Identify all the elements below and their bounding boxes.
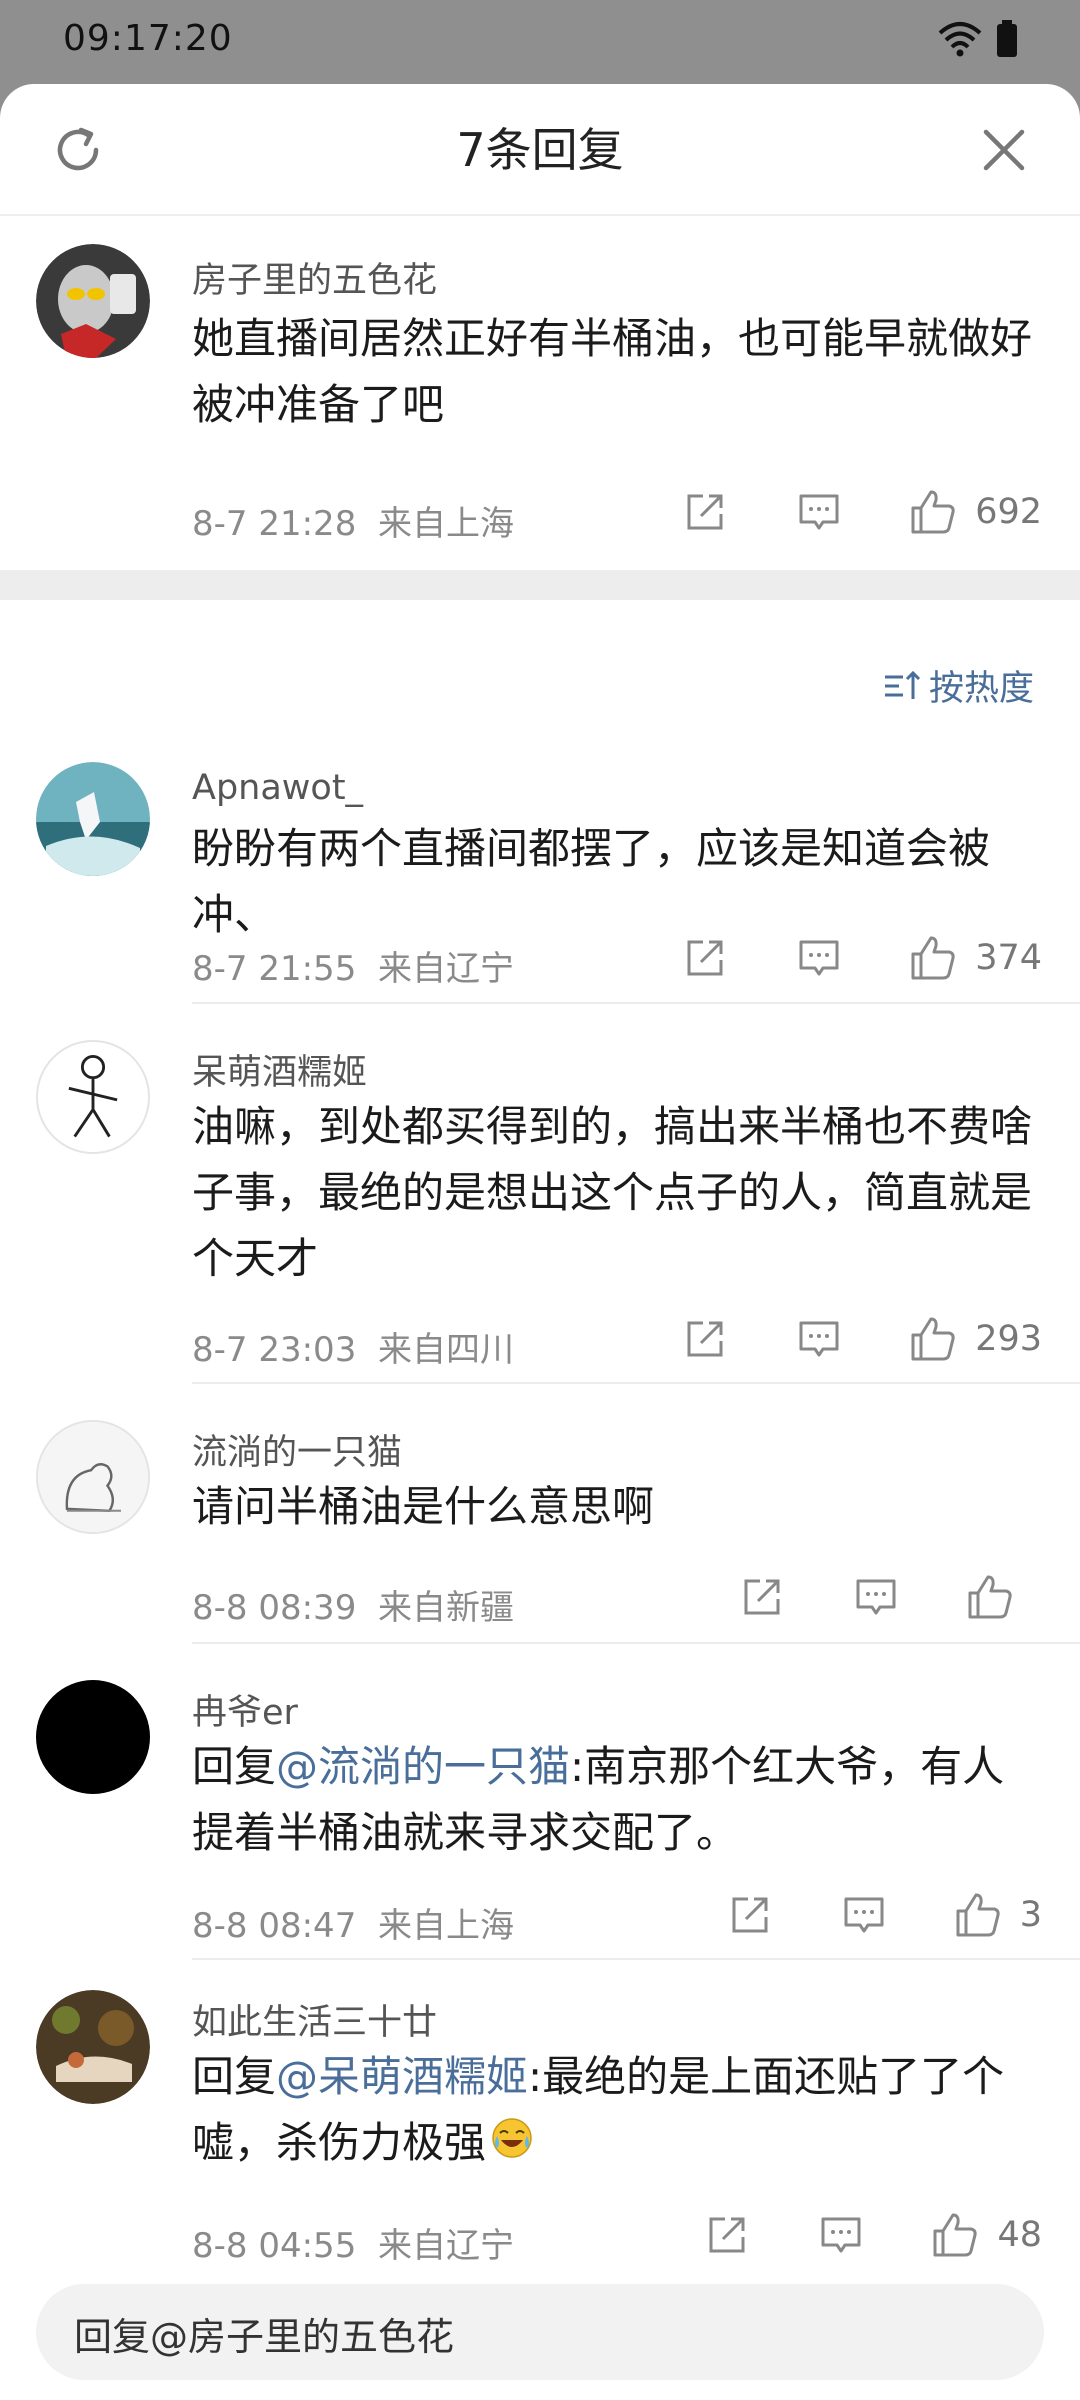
section-divider xyxy=(0,570,1080,600)
reply-location: 来自新疆 xyxy=(377,1588,514,1628)
status-icons xyxy=(938,20,1018,58)
comment-meta: 8-7 21:28 来自上海 xyxy=(192,496,514,545)
reply-meta: 8-8 08:39 来自新疆 xyxy=(192,1580,514,1629)
reply-actions: 48 xyxy=(639,2209,1042,2261)
like-count: 692 xyxy=(975,492,1042,532)
comment-icon[interactable] xyxy=(793,1313,845,1365)
sort-icon xyxy=(884,670,921,699)
sheet-header: 7条回复 xyxy=(0,84,1080,216)
comment-icon[interactable] xyxy=(793,932,845,984)
main-comment: 房子里的五色花 她直播间居然正好有半桶油，也可能早就做好被冲准备了吧 8-7 2… xyxy=(0,214,1080,570)
avatar[interactable] xyxy=(36,1420,150,1534)
reply-text: 盼盼有两个直播间都摆了，应该是知道会被冲、 xyxy=(192,824,991,939)
reply-text: 油嘛，到处都买得到的，搞出来半桶也不费啥子事，最绝的是想出这个点子的人，简直就是… xyxy=(192,1102,1033,1283)
reply-item: 如此生活三十廿 回复@呆萌酒糯姬:最绝的是上面还贴了了个嘘，杀伤力极强 8-8 … xyxy=(0,1960,1080,2267)
thumbs-up-icon xyxy=(964,1571,1016,1623)
reply-username[interactable]: Apnawot_ xyxy=(192,768,363,808)
reply-username[interactable]: 如此生活三十廿 xyxy=(192,1994,437,2045)
reply-meta: 8-7 23:03 来自四川 xyxy=(192,1322,514,1371)
reply-item: 流淌的一只猫 请问半桶油是什么意思啊 8-8 08:39 来自新疆 xyxy=(0,1384,1080,1644)
reply-text: 回复@流淌的一只猫:南京那个红大爷，有人提着半桶油就来寻求交配了。 xyxy=(192,1734,1042,1866)
comment-location: 来自上海 xyxy=(377,504,514,544)
avatar[interactable] xyxy=(36,762,150,876)
comment-icon[interactable] xyxy=(793,486,845,538)
avatar[interactable] xyxy=(36,1040,150,1154)
avatar[interactable] xyxy=(36,244,150,358)
reply-actions: 3 xyxy=(662,1889,1042,1941)
page-title: 7条回复 xyxy=(456,123,624,177)
reply-username[interactable]: 冉爷er xyxy=(192,1684,298,1735)
reply-item: 呆萌酒糯姬 油嘛，到处都买得到的，搞出来半桶也不费啥子事，最绝的是想出这个点子的… xyxy=(0,1004,1080,1384)
reply-input[interactable]: 回复@房子里的五色花 xyxy=(36,2284,1044,2380)
reply-text: 请问半桶油是什么意思啊 xyxy=(192,1482,655,1531)
reply-meta: 8-8 08:47 来自上海 xyxy=(192,1898,514,1947)
reply-date: 8-8 08:39 xyxy=(192,1588,357,1628)
reply-actions xyxy=(674,1571,1042,1623)
battery-icon xyxy=(997,20,1017,57)
reply-text: 回复@呆萌酒糯姬:最绝的是上面还贴了了个嘘，杀伤力极强 xyxy=(192,2044,1042,2179)
reply-date: 8-7 21:55 xyxy=(192,949,357,989)
comment-icon[interactable] xyxy=(815,2209,867,2261)
reply-input-placeholder: 回复@房子里的五色花 xyxy=(74,2315,455,2359)
like-count: 3 xyxy=(1019,1895,1042,1935)
reply-meta: 8-7 21:55 来自辽宁 xyxy=(192,941,514,990)
reply-location: 来自四川 xyxy=(377,1330,514,1370)
replies-sheet: 7条回复 房子里的五色花 她直播间居然正好有半桶油，也可能早就做好被冲准备了吧 … xyxy=(0,84,1080,2400)
thumbs-up-icon xyxy=(907,486,959,538)
reply-prefix: 回复 xyxy=(192,2052,277,2101)
crying-laughing-emoji-icon xyxy=(490,2113,534,2179)
close-icon[interactable] xyxy=(978,124,1030,176)
share-icon[interactable] xyxy=(736,1571,788,1623)
share-icon[interactable] xyxy=(679,1313,731,1365)
comment-text: 她直播间居然正好有半桶油，也可能早就做好被冲准备了吧 xyxy=(192,314,1033,429)
mention-link[interactable]: @呆萌酒糯姬 xyxy=(276,2052,528,2101)
like-count: 48 xyxy=(997,2215,1042,2255)
share-icon[interactable] xyxy=(679,932,731,984)
comment-date: 8-7 21:28 xyxy=(192,504,357,544)
mention-link[interactable]: @流淌的一只猫 xyxy=(276,1742,570,1791)
reply-item: Apnawot_ 盼盼有两个直播间都摆了，应该是知道会被冲、 8-7 21:55… xyxy=(0,734,1080,1004)
thumbs-up-icon xyxy=(929,2209,981,2261)
reply-date: 8-8 04:55 xyxy=(192,2226,357,2266)
like-button[interactable]: 3 xyxy=(952,1889,1042,1941)
like-button[interactable]: 293 xyxy=(907,1313,1042,1365)
avatar[interactable] xyxy=(36,1680,150,1794)
reply-location: 来自上海 xyxy=(377,1906,514,1946)
comment-actions: 692 xyxy=(617,486,1042,538)
thumbs-up-icon xyxy=(952,1889,1004,1941)
like-count: 374 xyxy=(975,938,1042,978)
reply-actions: 374 xyxy=(617,932,1042,984)
share-icon[interactable] xyxy=(724,1889,776,1941)
like-count: 293 xyxy=(975,1319,1042,1359)
share-icon[interactable] xyxy=(679,486,731,538)
reply-username[interactable]: 流淌的一只猫 xyxy=(192,1424,402,1475)
reply-actions: 293 xyxy=(617,1313,1042,1365)
like-button[interactable]: 374 xyxy=(907,932,1042,984)
like-button[interactable]: 48 xyxy=(929,2209,1042,2261)
comment-icon[interactable] xyxy=(850,1571,902,1623)
reply-item: 冉爷er 回复@流淌的一只猫:南京那个红大爷，有人提着半桶油就来寻求交配了。 8… xyxy=(0,1644,1080,1960)
like-button[interactable]: 692 xyxy=(907,486,1042,538)
thumbs-up-icon xyxy=(907,1313,959,1365)
status-time: 09:17:20 xyxy=(63,18,233,59)
thumbs-up-icon xyxy=(907,932,959,984)
reply-username[interactable]: 呆萌酒糯姬 xyxy=(192,1044,367,1095)
status-bar: 09:17:20 xyxy=(0,0,1080,84)
reply-meta: 8-8 04:55 来自辽宁 xyxy=(192,2218,514,2267)
like-button[interactable] xyxy=(964,1571,1042,1623)
share-icon[interactable] xyxy=(701,2209,753,2261)
reply-date: 8-7 23:03 xyxy=(192,1330,357,1370)
sort-toggle[interactable]: 按热度 xyxy=(883,660,1034,711)
avatar[interactable] xyxy=(36,1990,150,2104)
comment-icon[interactable] xyxy=(838,1889,890,1941)
wifi-icon xyxy=(938,22,982,57)
reply-location: 来自辽宁 xyxy=(377,949,514,989)
reply-location: 来自辽宁 xyxy=(377,2226,514,2266)
reply-date: 8-8 08:47 xyxy=(192,1906,357,1946)
sort-label: 按热度 xyxy=(928,669,1034,709)
reply-prefix: 回复 xyxy=(192,1742,277,1791)
comment-username[interactable]: 房子里的五色花 xyxy=(192,252,437,303)
